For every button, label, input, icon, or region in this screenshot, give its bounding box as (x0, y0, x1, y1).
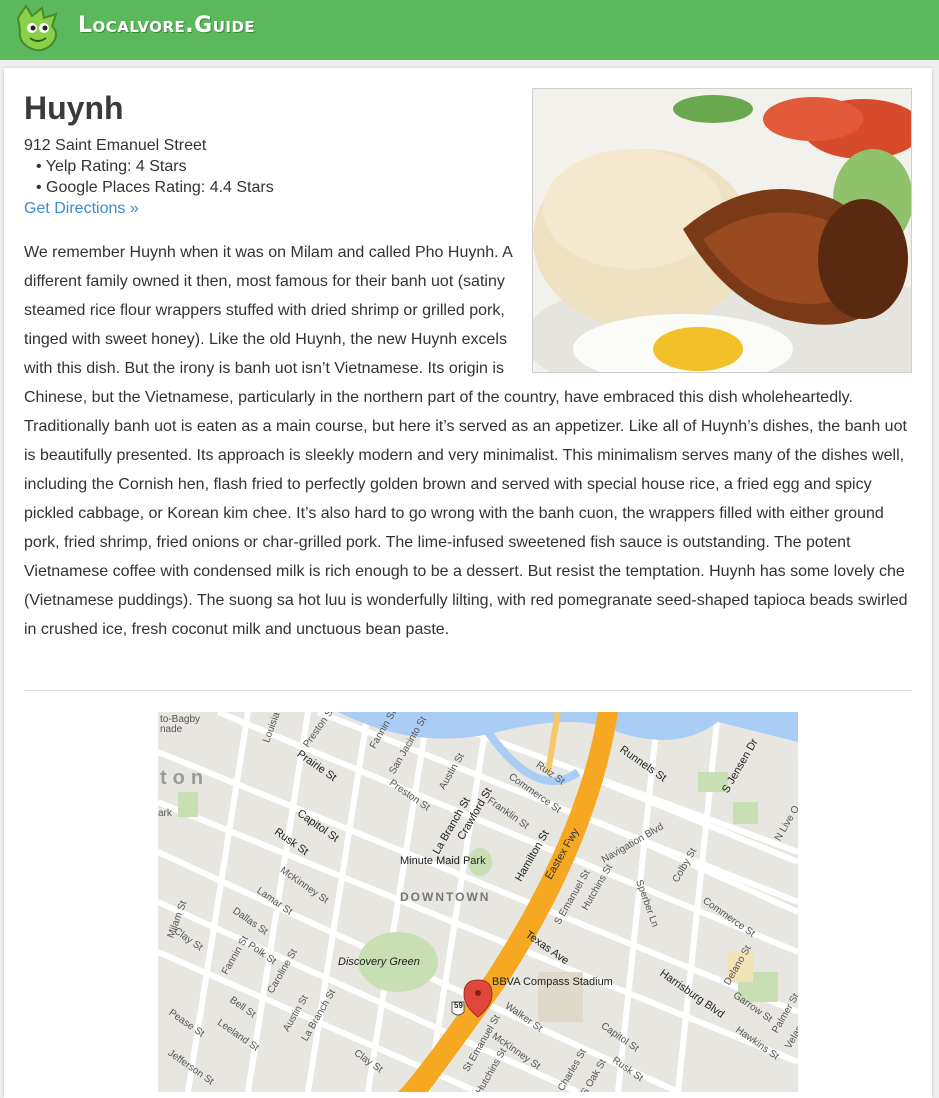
map-label: DOWNTOWN (400, 890, 491, 904)
restaurant-card: Huynh 912 Saint Emanuel Street • Yelp Ra… (4, 68, 932, 1098)
get-directions-link[interactable]: Get Directions » (24, 200, 139, 218)
yelp-rating: • Yelp Rating: 4 Stars (36, 158, 187, 175)
site-header: Localvore.Guide (0, 0, 939, 60)
map-label: ark (158, 808, 172, 819)
map-label: nade (160, 724, 183, 735)
map-label: Minute Maid Park (400, 855, 486, 867)
highway-shield: 59 (454, 1001, 463, 1010)
site-brand[interactable]: Localvore.Guide (78, 13, 255, 38)
restaurant-description-wrap: We remember Huynh when it was on Milam a… (24, 238, 912, 644)
map-label: BBVA Compass Stadium (492, 976, 613, 988)
map-label: Discovery Green (338, 956, 420, 968)
restaurant-address: 912 Saint Emanuel Street (24, 137, 207, 154)
divider (24, 690, 912, 691)
restaurant-name: Huynh (24, 90, 124, 126)
google-rating: • Google Places Rating: 4.4 Stars (36, 179, 274, 196)
dinosaur-logo-icon[interactable] (12, 4, 64, 54)
location-map[interactable]: to-Bagby nade ton ark Louisia Preston St… (158, 712, 798, 1092)
map-label: ton (160, 767, 210, 789)
